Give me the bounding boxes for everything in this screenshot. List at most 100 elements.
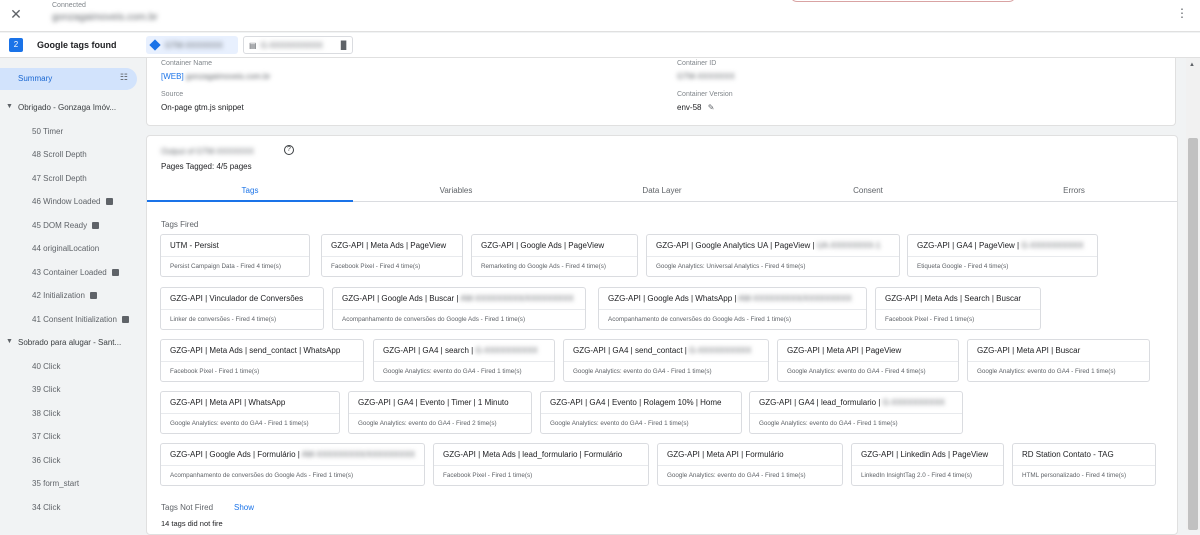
sidebar-event-item[interactable]: 36 Click <box>0 451 146 471</box>
container-env-prefix: [WEB] <box>161 72 184 81</box>
sidebar-item-summary[interactable]: Summary ☷ <box>0 68 137 90</box>
scrollbar-thumb[interactable] <box>1188 138 1198 530</box>
tag-name: GZG-API | GA4 | search | G-XXXXXXXXXX <box>383 346 538 355</box>
fired-tag-card[interactable]: GZG-API | Google Ads | WhatsApp | AW-XXX… <box>598 287 867 330</box>
sidebar-event-item[interactable]: 50 Timer <box>0 122 146 142</box>
fired-tag-card[interactable]: GZG-API | Meta API | Buscar Google Analyt… <box>967 339 1150 382</box>
sidebar-event-item[interactable]: 48 Scroll Depth <box>0 145 146 165</box>
event-text: 43 Container Loaded <box>32 267 107 277</box>
fired-tag-card[interactable]: GZG-API | GA4 | Evento | Rolagem 10% | H… <box>540 391 742 434</box>
sidebar-event-item[interactable]: 42 Initialization <box>0 286 146 306</box>
tab-tags[interactable]: Tags <box>147 180 353 202</box>
tag-card-divider <box>472 256 637 257</box>
fired-tag-card[interactable]: GZG-API | Vinculador de Conversões Linker… <box>160 287 324 330</box>
sidebar-event-label: 44 originalLocation <box>32 244 99 253</box>
fired-tag-card[interactable]: GZG-API | Google Ads | Formulário | AW-X… <box>160 443 425 486</box>
tag-card-divider <box>876 309 1040 310</box>
google-tag-chip[interactable]: ▤ G-XXXXXXXXXX ▉ <box>243 36 353 54</box>
connected-domain: gonzagaimoveis.com.br <box>52 12 158 23</box>
tags-fired-label: Tags Fired <box>161 220 199 229</box>
sidebar-event-item[interactable]: 40 Click <box>0 357 146 377</box>
collapse-triangle-icon[interactable]: ▼ <box>6 103 13 110</box>
sidebar-event-item[interactable]: 37 Click <box>0 427 146 447</box>
tag-name: GZG-API | Google Ads | Formulário | AW-X… <box>170 450 415 459</box>
fired-tag-card[interactable]: GZG-API | GA4 | send_contact | G-XXXXXXX… <box>563 339 769 382</box>
fired-tag-card[interactable]: GZG-API | Meta API | PageView Google Anal… <box>777 339 959 382</box>
sidebar-event-item[interactable]: 38 Click <box>0 404 146 424</box>
sidebar-event-item[interactable]: 44 originalLocation <box>0 239 146 259</box>
tag-name-text: GZG-API | GA4 | search | <box>383 346 474 355</box>
fired-tag-card[interactable]: GZG-API | Google Analytics UA | PageView… <box>646 234 900 277</box>
fired-tag-card[interactable]: GZG-API | Google Ads | Buscar | AW-XXXXX… <box>332 287 586 330</box>
tag-card-divider <box>161 256 309 257</box>
tag-card-divider <box>1013 465 1155 466</box>
tag-card-divider <box>968 361 1149 362</box>
tags-found-bar: 2 Google tags found GTM-XXXXXXX ▤ G-XXXX… <box>0 33 1200 58</box>
tag-type-fired: Facebook Pixel - Fired 1 time(s) <box>170 368 260 375</box>
fired-tag-card[interactable]: GZG-API | GA4 | lead_formulario | G-XXXX… <box>749 391 963 434</box>
tag-card-divider <box>161 309 323 310</box>
fired-tag-card[interactable]: GZG-API | Meta API | Formulário Google An… <box>657 443 843 486</box>
vertical-scrollbar[interactable]: ▲ <box>1186 58 1200 530</box>
help-icon[interactable]: ? <box>284 145 294 155</box>
fired-tag-card[interactable]: GZG-API | Meta Ads | send_contact | What… <box>160 339 364 382</box>
event-text: 47 Scroll Depth <box>32 173 87 183</box>
fired-tag-card[interactable]: GZG-API | Linkedin Ads | PageView LinkedI… <box>851 443 1004 486</box>
sidebar-event-label: 38 Click <box>32 409 60 418</box>
tag-name: GZG-API | Google Ads | WhatsApp | AW-XXX… <box>608 294 852 303</box>
sidebar-event-item[interactable]: 46 Window Loaded <box>0 192 146 212</box>
fired-tag-card[interactable]: GZG-API | Meta Ads | Search | Buscar Face… <box>875 287 1041 330</box>
tag-name-text: GZG-API | Meta Ads | PageView <box>331 241 447 250</box>
tag-container-icon <box>121 315 129 323</box>
show-not-fired-button[interactable]: Show <box>234 503 254 512</box>
fired-tag-card[interactable]: RD Station Contato - TAG HTML personaliza… <box>1012 443 1156 486</box>
sidebar-event-item[interactable]: 43 Container Loaded <box>0 263 146 283</box>
gtm-container-chip[interactable]: GTM-XXXXXXX <box>146 36 238 54</box>
tag-name-text: GZG-API | GA4 | send_contact | <box>573 346 687 355</box>
sidebar-group-1[interactable]: ▼ Obrigado - Gonzaga Imóv... <box>0 98 146 118</box>
tag-id-redacted: AW-XXXXXXXXX/XXXXXXXXX <box>738 294 852 303</box>
tag-type-fired: Acompanhamento de conversões do Google A… <box>170 472 354 479</box>
tag-id-redacted: G-XXXXXXXXXX <box>475 346 538 355</box>
fired-tag-card[interactable]: GZG-API | Google Ads | PageView Remarketi… <box>471 234 638 277</box>
event-text: 40 Click <box>32 361 61 371</box>
sidebar-event-item[interactable]: 39 Click <box>0 380 146 400</box>
sidebar-event-item[interactable]: 41 Consent Initialization <box>0 310 146 330</box>
tag-name-text: GZG-API | GA4 | Evento | Rolagem 10% | H… <box>550 398 722 407</box>
tag-card-divider <box>161 361 363 362</box>
tag-type-fired: LinkedIn InsightTag 2.0 - Fired 4 time(s… <box>861 472 972 479</box>
tab-consent[interactable]: Consent <box>765 180 971 202</box>
fired-tag-card[interactable]: GZG-API | Meta Ads | PageView Facebook Pi… <box>321 234 463 277</box>
pages-tagged: Pages Tagged: 4/5 pages <box>161 162 252 171</box>
container-info-card: Container Name [WEB] gonzagaimoveis.com.… <box>146 58 1176 126</box>
event-text: 36 Click <box>32 455 61 465</box>
scroll-up-arrow-icon[interactable]: ▲ <box>1189 62 1195 68</box>
sidebar-event-item[interactable]: 45 DOM Ready <box>0 216 146 236</box>
tab-variables[interactable]: Variables <box>353 180 559 202</box>
clear-filter-icon[interactable]: ☷ <box>120 72 128 83</box>
tab-errors[interactable]: Errors <box>971 180 1177 202</box>
fired-tag-card[interactable]: GZG-API | GA4 | Evento | Timer | 1 Minut… <box>348 391 532 434</box>
fired-tag-card[interactable]: GZG-API | Meta Ads | lead_formulario | F… <box>433 443 649 486</box>
fired-tag-card[interactable]: GZG-API | GA4 | search | G-XXXXXXXXXX Goo… <box>373 339 555 382</box>
sidebar-event-item[interactable]: 34 Click <box>0 498 146 518</box>
sidebar-event-item[interactable]: 35 form_start <box>0 474 146 494</box>
tag-card-divider <box>647 256 899 257</box>
tag-card-divider <box>852 465 1003 466</box>
sidebar-group-2[interactable]: ▼ Sobrado para alugar - Sant... <box>0 333 146 353</box>
fired-tag-card[interactable]: GZG-API | Meta API | WhatsApp Google Anal… <box>160 391 340 434</box>
tag-id-redacted: G-XXXXXXXXXX <box>689 346 752 355</box>
gtm-diamond-icon <box>149 39 161 51</box>
tab-data-layer[interactable]: Data Layer <box>559 180 765 202</box>
tag-container-icon <box>89 292 97 300</box>
fired-tag-card[interactable]: GZG-API | GA4 | PageView | G-XXXXXXXXXX E… <box>907 234 1098 277</box>
more-menu-icon[interactable]: ⋮ <box>1176 6 1188 20</box>
tag-type-fired: Google Analytics: Universal Analytics - … <box>656 263 806 270</box>
sidebar-event-item[interactable]: 47 Scroll Depth <box>0 169 146 189</box>
tag-name: GZG-API | GA4 | Evento | Rolagem 10% | H… <box>550 398 722 407</box>
edit-pencil-icon[interactable]: ✎ <box>708 103 715 112</box>
collapse-triangle-icon[interactable]: ▼ <box>6 338 13 345</box>
tag-name-text: GZG-API | GA4 | PageView | <box>917 241 1020 250</box>
close-icon[interactable]: ✕ <box>8 6 24 22</box>
fired-tag-card[interactable]: UTM - Persist Persist Campaign Data - Fir… <box>160 234 310 277</box>
